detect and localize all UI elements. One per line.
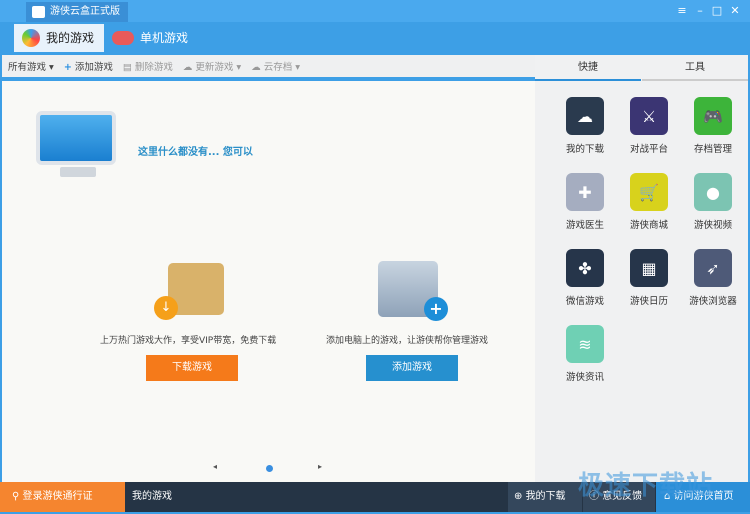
- download-description: 上万热门游戏大作，享受VIP带宽，免费下载: [100, 336, 277, 346]
- shortcut-icon: ▦: [630, 249, 668, 287]
- shortcut-icon: ☁: [566, 97, 604, 135]
- shortcut-grid: ☁ 我的下载 ⚔ 对战平台 🎮 存档管理 ✚ 游戏医生 🛒 游侠商城 ● 游侠视频 ✤ 微信游戏 ▦ 游侠日历…: [553, 97, 745, 383]
- app-title-text: 游侠云盒正式版: [50, 6, 120, 17]
- side-panel: 快捷 工具 ☁ 我的下载 ⚔ 对战平台 🎮 存档管理 ✚ 游戏医生 🛒 游侠商城 ● 游侠视频 ✤ 微信游…: [535, 55, 748, 482]
- update-game-button[interactable]: ☁ 更新游戏 ▾: [183, 59, 241, 73]
- shortcut-item[interactable]: ☁ 我的下载: [553, 97, 617, 155]
- add-game-button[interactable]: + 添加游戏: [64, 59, 113, 73]
- shortcut-icon: 🛒: [630, 173, 668, 211]
- shortcut-icon: ✤: [566, 249, 604, 287]
- download-circle-icon: ⊕: [514, 491, 526, 502]
- shortcut-icon: ≋: [566, 325, 604, 363]
- empty-message: 这里什么都没有... 您可以: [138, 147, 253, 158]
- shortcut-label: 游侠浏览器: [689, 296, 737, 307]
- shortcut-icon: 🎮: [694, 97, 732, 135]
- tab-my-games[interactable]: 我的游戏: [14, 24, 104, 52]
- next-page-arrow-icon[interactable]: ▸: [318, 462, 322, 471]
- tab-shortcuts[interactable]: 快捷: [535, 55, 641, 81]
- shortcut-icon: ✚: [566, 173, 604, 211]
- download-game-button[interactable]: 下载游戏: [146, 355, 238, 381]
- shortcut-item[interactable]: 🎮 存档管理: [681, 97, 745, 155]
- add-game-main-button[interactable]: 添加游戏: [366, 355, 458, 381]
- app-title: 游侠云盒正式版: [26, 2, 128, 22]
- shortcut-item[interactable]: ⚔ 对战平台: [617, 97, 681, 155]
- close-button[interactable]: ✕: [727, 4, 743, 17]
- shortcut-label: 存档管理: [693, 144, 732, 155]
- tab-single-games[interactable]: 单机游戏: [108, 24, 198, 52]
- shortcut-label: 我的下载: [565, 144, 604, 155]
- shortcut-icon: ➶: [694, 249, 732, 287]
- watermark: 极速下载站: [578, 471, 714, 501]
- shortcut-icon: ⚔: [630, 97, 668, 135]
- page-dot[interactable]: [266, 465, 273, 472]
- shortcut-label: 游戏医生: [565, 220, 604, 231]
- add-description: 添加电脑上的游戏，让游侠帮你管理游戏: [326, 336, 489, 346]
- download-arrow-icon: ↓: [154, 296, 178, 320]
- tab-tools[interactable]: 工具: [642, 55, 748, 81]
- minimize-button[interactable]: –: [692, 4, 708, 17]
- tab-label: 我的游戏: [46, 31, 95, 45]
- maximize-button[interactable]: □: [709, 4, 725, 17]
- shortcut-label: 游侠商城: [629, 220, 668, 231]
- shortcut-item[interactable]: ▦ 游侠日历: [617, 249, 681, 307]
- menu-icon[interactable]: ≡: [674, 4, 690, 17]
- shortcut-label: 微信游戏: [565, 296, 604, 307]
- shortcut-item[interactable]: ✚ 游戏医生: [553, 173, 617, 231]
- all-games-dropdown[interactable]: 所有游戏 ▾: [8, 59, 54, 73]
- plus-icon: +: [63, 62, 72, 73]
- shortcut-item[interactable]: ✤ 微信游戏: [553, 249, 617, 307]
- monitor-stand: [60, 167, 96, 177]
- shortcut-item[interactable]: 🛒 游侠商城: [617, 173, 681, 231]
- shortcut-label: 游侠资讯: [565, 372, 604, 383]
- shortcut-icon: ●: [694, 173, 732, 211]
- cloud-logo-icon: [32, 6, 45, 18]
- main-content: 这里什么都没有... 您可以 ↓ 上万热门游戏大作，享受VIP带宽，免费下载 下…: [2, 81, 535, 482]
- shortcut-label: 游侠日历: [629, 296, 668, 307]
- shortcut-item[interactable]: ≋ 游侠资讯: [553, 325, 617, 383]
- shortcut-item[interactable]: ➶ 游侠浏览器: [681, 249, 745, 307]
- toolbar: 所有游戏 ▾ + 添加游戏 ▤ 删除游戏 ☁ 更新游戏 ▾ ☁ 云存档 ▾: [2, 55, 535, 79]
- plus-circle-icon: +: [424, 297, 448, 321]
- user-icon: ⚲: [12, 491, 23, 502]
- shortcut-item[interactable]: ● 游侠视频: [681, 173, 745, 231]
- shortcut-label: 对战平台: [629, 144, 668, 155]
- my-downloads-button[interactable]: ⊕ 我的下载: [508, 482, 582, 512]
- delete-game-button[interactable]: ▤ 删除游戏: [123, 59, 173, 73]
- shortcut-label: 游侠视频: [693, 220, 732, 231]
- monitor-icon: [36, 111, 116, 165]
- my-games-icon: [22, 29, 40, 47]
- login-button[interactable]: ⚲ 登录游侠通行证: [0, 482, 125, 512]
- tab-label: 单机游戏: [140, 31, 189, 45]
- cloud-save-button[interactable]: ☁ 云存档 ▾: [251, 59, 300, 73]
- prev-page-arrow-icon[interactable]: ◂: [213, 462, 217, 471]
- gamepad-icon: [112, 31, 134, 45]
- my-games-label: 我的游戏: [132, 491, 172, 502]
